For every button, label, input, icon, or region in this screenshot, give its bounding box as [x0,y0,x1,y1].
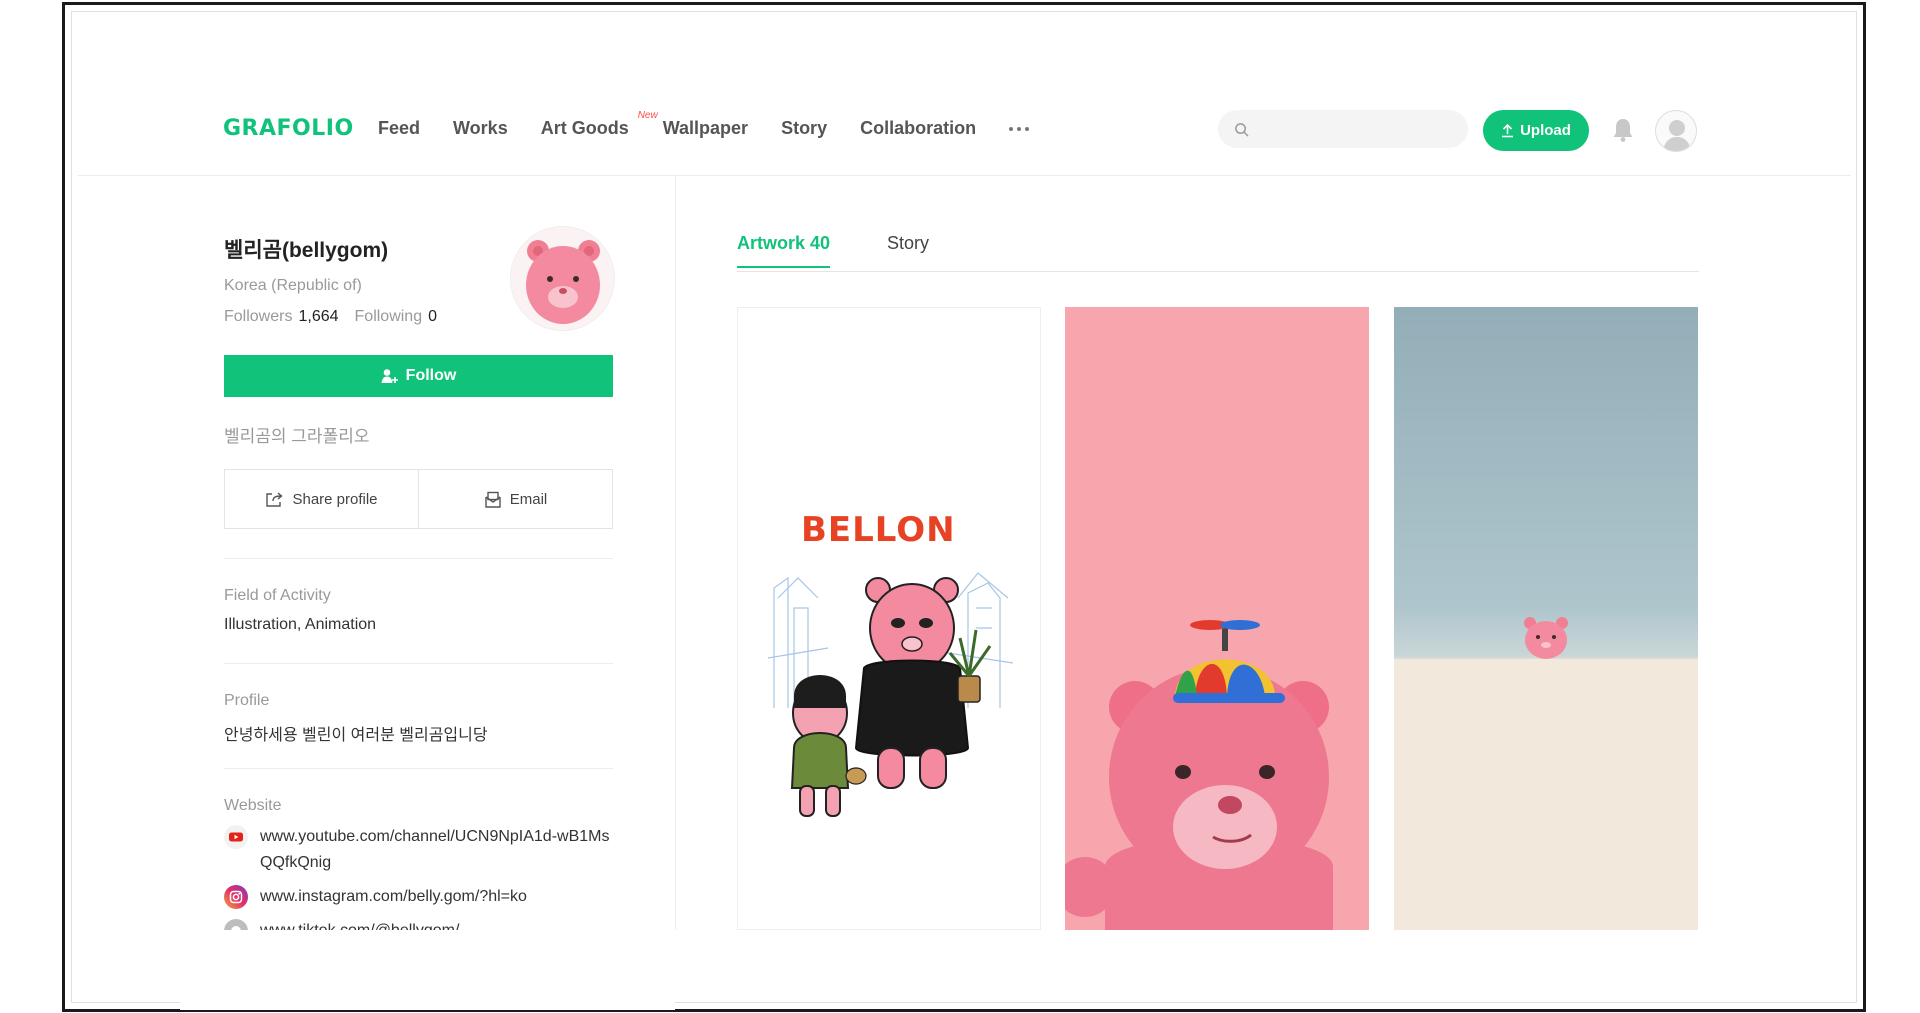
top-header: GRAFOLIO Feed Works Art Goods New Wallpa… [78,78,1851,176]
artwork-illustration [767,572,1014,817]
nav-story[interactable]: Story [781,118,827,139]
artwork-card[interactable]: BELLON [737,307,1041,930]
upload-icon [1502,123,1514,137]
profile-value: 안녕하세용 벨린이 여러분 벨리곰입니당 [224,727,488,744]
website-label: Website [224,797,282,814]
email-icon [485,491,501,508]
email-label: Email [509,490,548,508]
panel-clip [180,930,675,1010]
bell-icon[interactable] [1611,117,1635,143]
upload-button[interactable]: Upload [1483,110,1589,151]
instagram-url: www.instagram.com/belly.gom/?hl=ko [260,888,527,905]
follow-label: Follow [405,367,457,384]
nav-works[interactable]: Works [453,118,508,139]
website-instagram-link[interactable]: www.instagram.com/belly.gom/?hl=ko [224,884,615,910]
artwork-photo [1394,617,1698,930]
panel-divider [675,176,676,930]
profile-label: Profile [224,692,270,709]
profile-name: 벨리곰(bellygom) [224,239,389,262]
email-button[interactable]: Email [418,470,612,528]
search-input[interactable] [1257,121,1457,137]
youtube-url: www.youtube.com/channel/UCN9NpIA1d-wB1Ms… [260,828,610,871]
share-profile-button[interactable]: Share profile [225,470,418,528]
divider [224,768,613,769]
tab-story[interactable]: Story [887,233,929,266]
field-value: Illustration, Animation [224,616,377,633]
add-user-icon [381,369,398,383]
upload-label: Upload [1520,122,1571,139]
profile-avatar [510,226,615,331]
nav-art-goods-label: Art Goods [540,118,629,138]
more-dots-icon[interactable] [1009,127,1030,131]
portfolio-description: 벨리곰의 그라폴리오 [224,427,370,446]
share-icon [266,491,284,507]
main-nav: Feed Works Art Goods New Wallpaper Story… [378,110,1030,139]
tab-artwork[interactable]: Artwork 40 [737,233,831,268]
artwork-card[interactable] [1394,307,1698,930]
share-actions: Share profile Email [224,469,613,529]
search-bar[interactable] [1218,110,1468,148]
nav-feed[interactable]: Feed [378,118,420,139]
following-count[interactable]: 0 [428,308,437,326]
search-icon [1235,122,1249,136]
artwork-card[interactable] [1065,307,1369,930]
divider [224,663,613,664]
artwork-photo [1065,307,1369,930]
grafolio-logo[interactable]: GRAFOLIO [223,116,354,141]
website-youtube-link[interactable]: www.youtube.com/channel/UCN9NpIA1d-wB1Ms… [224,824,615,876]
youtube-icon [224,825,248,849]
divider [224,558,613,559]
nav-art-goods[interactable]: Art Goods New [540,110,658,139]
user-avatar-icon[interactable] [1655,110,1697,152]
followers-label[interactable]: Followers [224,308,292,326]
nav-collaboration[interactable]: Collaboration [860,118,976,139]
instagram-icon [224,885,248,909]
follow-button[interactable]: Follow [224,355,613,397]
nav-wallpaper[interactable]: Wallpaper [663,118,748,139]
profile-country: Korea (Republic of) [224,277,362,294]
follow-stats: Followers 1,664 Following 0 [224,308,447,326]
followers-count[interactable]: 1,664 [298,308,338,326]
share-profile-label: Share profile [292,490,378,508]
content-tabs: Artwork 40 Story [737,229,1699,272]
field-label: Field of Activity [224,587,331,604]
new-badge: New [637,110,658,121]
following-label[interactable]: Following [355,308,423,326]
